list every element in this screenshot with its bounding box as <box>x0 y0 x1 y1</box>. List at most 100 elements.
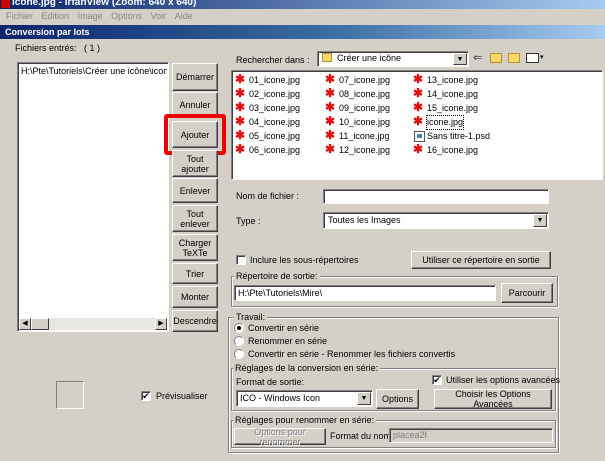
use-as-output-dir-button[interactable]: Utiliser ce répertoire en sortie <box>411 251 551 269</box>
view-menu-icon[interactable] <box>526 53 539 63</box>
rename-options-button[interactable]: Options pour renommer <box>234 427 326 447</box>
file-name: 10_icone.jpg <box>339 117 391 127</box>
back-arrow-icon[interactable]: ⇐ <box>473 53 482 64</box>
file-item[interactable]: 02_icone.jpg <box>235 88 301 101</box>
file-name: 06_icone.jpg <box>249 145 301 155</box>
filename-input[interactable] <box>323 189 549 204</box>
list-hscrollbar[interactable]: ◀ ▶ <box>19 318 167 330</box>
file-name: 16_icone.jpg <box>427 145 479 155</box>
filename-label: Nom de fichier : <box>236 191 300 201</box>
chevron-down-icon[interactable]: ▼ <box>453 53 467 65</box>
file-item[interactable]: 06_icone.jpg <box>235 144 301 157</box>
move-down-button[interactable]: Descendre <box>172 310 218 332</box>
scroll-right-icon[interactable]: ▶ <box>155 318 167 330</box>
work-group-label: Travail: <box>234 312 268 322</box>
convert-rename-radio[interactable] <box>234 349 244 359</box>
file-item[interactable]: 13_icone.jpg <box>413 74 478 87</box>
file-item[interactable]: Sans titre-1.psd <box>414 130 490 143</box>
remove-button[interactable]: Enlever <box>172 178 218 203</box>
file-name: 02_icone.jpg <box>249 89 301 99</box>
up-folder-icon[interactable] <box>490 53 502 63</box>
file-item[interactable]: 09_icone.jpg <box>325 102 391 115</box>
chevron-down-icon[interactable]: ▼ <box>533 214 547 227</box>
app-title: icone.jpg - IrfanView (Zoom: 640 x 640) <box>12 0 197 8</box>
jpg-file-icon <box>413 74 425 86</box>
convert-radio-label: Convertir en série <box>248 323 320 333</box>
file-item[interactable]: 10_icone.jpg <box>325 116 391 129</box>
dialog-titlebar: Conversion par lots <box>0 25 605 39</box>
name-format-input[interactable]: placea2f <box>389 428 553 443</box>
input-files-list[interactable]: H:\Pte\Tutoriels\Créer une icône\icone.j… <box>17 62 169 332</box>
include-subdirs-checkbox[interactable] <box>236 255 246 265</box>
output-dir-input[interactable]: H:\Pte\Tutoriels\Mire\ <box>234 285 496 301</box>
convert-rename-radio-label: Convertir en série - Renommer les fichie… <box>248 349 456 359</box>
convert-radio[interactable] <box>234 323 244 333</box>
look-in-value: Créer une icône <box>337 53 402 63</box>
menu-image[interactable]: Image <box>78 9 103 23</box>
load-text-button[interactable]: Charger TeXTe <box>172 234 218 261</box>
preview-checkbox[interactable]: ✔ <box>141 391 151 401</box>
browse-button[interactable]: Parcourir <box>501 283 553 303</box>
jpg-file-icon <box>325 144 337 156</box>
new-folder-icon[interactable] <box>508 53 520 63</box>
menu-edit[interactable]: Edition <box>42 9 70 23</box>
advanced-options-checkbox[interactable]: ✔ <box>432 375 442 385</box>
list-item[interactable]: H:\Pte\Tutoriels\Créer une icône\icone.j… <box>21 66 167 77</box>
file-item-selected[interactable]: icone.jpg <box>413 115 465 130</box>
irfanview-icon <box>1 0 10 8</box>
file-item[interactable]: 11_icone.jpg <box>325 130 389 143</box>
jpg-file-icon <box>235 116 247 128</box>
jpg-file-icon <box>325 116 337 128</box>
file-item[interactable]: 08_icone.jpg <box>325 88 390 101</box>
jpg-file-icon <box>235 144 247 156</box>
folder-icon <box>322 53 332 62</box>
menu-help[interactable]: Aide <box>175 9 193 23</box>
choose-advanced-options-button[interactable]: Choisir les Options Avancées <box>434 389 552 409</box>
remove-all-button[interactable]: Tout enlever <box>172 205 218 232</box>
file-item[interactable]: 12_icone.jpg <box>325 144 391 157</box>
menu-file[interactable]: Fichier <box>6 9 33 23</box>
look-in-label: Rechercher dans : <box>236 55 310 65</box>
start-button[interactable]: Démarrer <box>172 63 218 91</box>
format-combo[interactable]: ICO - Windows Icon ▼ <box>236 390 373 407</box>
add-all-button[interactable]: Tout ajouter <box>172 150 218 177</box>
type-value: Toutes les Images <box>328 215 401 225</box>
file-item[interactable]: 05_icone.jpg <box>235 130 300 143</box>
preview-label: Prévisualiser <box>156 391 208 401</box>
type-combo[interactable]: Toutes les Images ▼ <box>323 212 549 229</box>
format-options-button[interactable]: Options <box>376 389 419 409</box>
advanced-options-label: Utiliser les options avancées <box>446 375 561 385</box>
app-menubar: Fichier Edition Image Options Voir Aide <box>0 9 605 23</box>
menu-options[interactable]: Options <box>111 9 142 23</box>
output-dir-value: H:\Pte\Tutoriels\Mire\ <box>238 288 323 298</box>
file-browser-list[interactable]: 01_icone.jpg 02_icone.jpg 03_icone.jpg 0… <box>231 70 603 180</box>
sort-button[interactable]: Trier <box>172 263 218 284</box>
name-format-label: Format du nom: <box>330 431 394 441</box>
menu-view[interactable]: Voir <box>151 9 167 23</box>
chevron-down-icon[interactable]: ▼ <box>357 392 371 405</box>
file-item[interactable]: 03_icone.jpg <box>235 102 300 115</box>
dialog-title: Conversion par lots <box>5 27 90 37</box>
scroll-left-icon[interactable]: ◀ <box>19 318 31 330</box>
file-item[interactable]: 04_icone.jpg <box>235 116 300 129</box>
file-name: 01_icone.jpg <box>249 75 301 85</box>
move-up-button[interactable]: Monter <box>172 286 218 308</box>
check-icon: ✔ <box>433 375 441 385</box>
file-item[interactable]: 01_icone.jpg <box>235 74 301 87</box>
file-name: 12_icone.jpg <box>339 145 391 155</box>
file-item[interactable]: 07_icone.jpg <box>325 74 391 87</box>
preview-box <box>56 381 84 409</box>
file-name: 07_icone.jpg <box>339 75 391 85</box>
view-menu-arrow-icon[interactable]: ▾ <box>540 52 544 63</box>
jpg-file-icon <box>325 130 337 142</box>
file-item[interactable]: 15_icone.jpg <box>413 102 478 115</box>
file-item[interactable]: 14_icone.jpg <box>413 88 478 101</box>
jpg-file-icon <box>413 88 425 100</box>
jpg-file-icon <box>235 88 247 100</box>
jpg-file-icon <box>235 130 247 142</box>
look-in-combo[interactable]: Créer une icône ▼ <box>317 51 469 67</box>
rename-radio[interactable] <box>234 336 244 346</box>
scroll-thumb[interactable] <box>31 318 49 330</box>
file-item[interactable]: 16_icone.jpg <box>413 144 479 157</box>
file-name: 09_icone.jpg <box>339 103 391 113</box>
